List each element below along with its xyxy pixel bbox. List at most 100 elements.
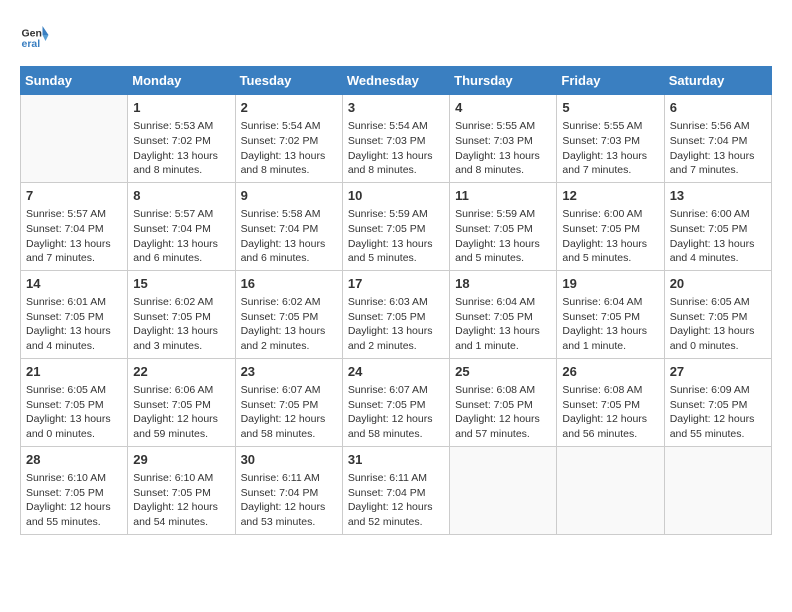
day-number: 20 <box>670 275 766 293</box>
calendar-cell: 8 Sunrise: 5:57 AM Sunset: 7:04 PM Daylig… <box>128 182 235 270</box>
calendar-cell: 26 Sunrise: 6:08 AM Sunset: 7:05 PM Dayli… <box>557 358 664 446</box>
day-number: 27 <box>670 363 766 381</box>
calendar-cell: 19 Sunrise: 6:04 AM Sunset: 7:05 PM Dayli… <box>557 270 664 358</box>
day-number: 21 <box>26 363 122 381</box>
day-number: 23 <box>241 363 337 381</box>
day-number: 6 <box>670 99 766 117</box>
calendar-cell: 25 Sunrise: 6:08 AM Sunset: 7:05 PM Dayli… <box>450 358 557 446</box>
calendar-cell: 30Sunrise: 6:11 AM Sunset: 7:04 PM Dayli… <box>235 446 342 534</box>
calendar-week-4: 21 Sunrise: 6:05 AM Sunset: 7:05 PM Dayli… <box>21 358 772 446</box>
calendar-cell: 24 Sunrise: 6:07 AM Sunset: 7:05 PM Dayli… <box>342 358 449 446</box>
calendar-cell <box>664 446 771 534</box>
day-number: 9 <box>241 187 337 205</box>
calendar-cell: 2Sunrise: 5:54 AM Sunset: 7:02 PM Daylig… <box>235 95 342 183</box>
calendar-header-friday: Friday <box>557 67 664 95</box>
day-info: Sunrise: 6:02 AM Sunset: 7:05 PM Dayligh… <box>241 295 337 354</box>
day-info: Sunrise: 6:08 AM Sunset: 7:05 PM Dayligh… <box>455 383 551 442</box>
day-info: Sunrise: 5:57 AM Sunset: 7:04 PM Dayligh… <box>133 207 229 266</box>
day-info: Sunrise: 5:55 AM Sunset: 7:03 PM Dayligh… <box>455 119 551 178</box>
logo: Gen eral <box>20 20 54 50</box>
day-number: 19 <box>562 275 658 293</box>
day-info: Sunrise: 6:06 AM Sunset: 7:05 PM Dayligh… <box>133 383 229 442</box>
day-info: Sunrise: 6:07 AM Sunset: 7:05 PM Dayligh… <box>348 383 444 442</box>
day-number: 7 <box>26 187 122 205</box>
day-info: Sunrise: 6:01 AM Sunset: 7:05 PM Dayligh… <box>26 295 122 354</box>
calendar-cell: 10 Sunrise: 5:59 AM Sunset: 7:05 PM Dayli… <box>342 182 449 270</box>
calendar-week-5: 28 Sunrise: 6:10 AM Sunset: 7:05 PM Dayli… <box>21 446 772 534</box>
calendar-week-2: 7 Sunrise: 5:57 AM Sunset: 7:04 PM Daylig… <box>21 182 772 270</box>
day-info: Sunrise: 6:11 AM Sunset: 7:04 PM Dayligh… <box>348 471 444 530</box>
day-info: Sunrise: 6:11 AM Sunset: 7:04 PM Dayligh… <box>241 471 337 530</box>
day-number: 10 <box>348 187 444 205</box>
calendar-cell: 23 Sunrise: 6:07 AM Sunset: 7:05 PM Dayli… <box>235 358 342 446</box>
calendar-cell: 31 Sunrise: 6:11 AM Sunset: 7:04 PM Dayli… <box>342 446 449 534</box>
day-number: 13 <box>670 187 766 205</box>
day-info: Sunrise: 5:56 AM Sunset: 7:04 PM Dayligh… <box>670 119 766 178</box>
day-info: Sunrise: 6:00 AM Sunset: 7:05 PM Dayligh… <box>562 207 658 266</box>
day-info: Sunrise: 6:05 AM Sunset: 7:05 PM Dayligh… <box>670 295 766 354</box>
calendar-week-3: 14 Sunrise: 6:01 AM Sunset: 7:05 PM Dayli… <box>21 270 772 358</box>
calendar-cell <box>557 446 664 534</box>
day-number: 8 <box>133 187 229 205</box>
day-number: 31 <box>348 451 444 469</box>
calendar-header-sunday: Sunday <box>21 67 128 95</box>
day-info: Sunrise: 6:09 AM Sunset: 7:05 PM Dayligh… <box>670 383 766 442</box>
day-number: 14 <box>26 275 122 293</box>
day-number: 25 <box>455 363 551 381</box>
calendar-cell: 21 Sunrise: 6:05 AM Sunset: 7:05 PM Dayli… <box>21 358 128 446</box>
day-info: Sunrise: 5:58 AM Sunset: 7:04 PM Dayligh… <box>241 207 337 266</box>
day-info: Sunrise: 6:05 AM Sunset: 7:05 PM Dayligh… <box>26 383 122 442</box>
day-number: 26 <box>562 363 658 381</box>
day-info: Sunrise: 5:57 AM Sunset: 7:04 PM Dayligh… <box>26 207 122 266</box>
calendar-cell: 18Sunrise: 6:04 AM Sunset: 7:05 PM Dayli… <box>450 270 557 358</box>
day-info: Sunrise: 6:08 AM Sunset: 7:05 PM Dayligh… <box>562 383 658 442</box>
calendar: SundayMondayTuesdayWednesdayThursdayFrid… <box>20 66 772 535</box>
calendar-cell: 6 Sunrise: 5:56 AM Sunset: 7:04 PM Daylig… <box>664 95 771 183</box>
calendar-header-thursday: Thursday <box>450 67 557 95</box>
calendar-cell: 13Sunrise: 6:00 AM Sunset: 7:05 PM Dayli… <box>664 182 771 270</box>
day-info: Sunrise: 6:04 AM Sunset: 7:05 PM Dayligh… <box>562 295 658 354</box>
calendar-header-saturday: Saturday <box>664 67 771 95</box>
calendar-cell: 22 Sunrise: 6:06 AM Sunset: 7:05 PM Dayli… <box>128 358 235 446</box>
calendar-cell: 29 Sunrise: 6:10 AM Sunset: 7:05 PM Dayli… <box>128 446 235 534</box>
calendar-cell: 7 Sunrise: 5:57 AM Sunset: 7:04 PM Daylig… <box>21 182 128 270</box>
day-number: 5 <box>562 99 658 117</box>
day-number: 11 <box>455 187 551 205</box>
day-info: Sunrise: 6:02 AM Sunset: 7:05 PM Dayligh… <box>133 295 229 354</box>
day-number: 16 <box>241 275 337 293</box>
calendar-header-row: SundayMondayTuesdayWednesdayThursdayFrid… <box>21 67 772 95</box>
calendar-cell <box>21 95 128 183</box>
calendar-header-wednesday: Wednesday <box>342 67 449 95</box>
calendar-week-1: 1Sunrise: 5:53 AM Sunset: 7:02 PM Daylig… <box>21 95 772 183</box>
day-number: 4 <box>455 99 551 117</box>
day-info: Sunrise: 5:59 AM Sunset: 7:05 PM Dayligh… <box>455 207 551 266</box>
header: Gen eral <box>20 20 772 50</box>
svg-text:eral: eral <box>22 38 41 50</box>
day-number: 29 <box>133 451 229 469</box>
day-info: Sunrise: 5:53 AM Sunset: 7:02 PM Dayligh… <box>133 119 229 178</box>
calendar-cell: 9 Sunrise: 5:58 AM Sunset: 7:04 PM Daylig… <box>235 182 342 270</box>
day-info: Sunrise: 5:54 AM Sunset: 7:03 PM Dayligh… <box>348 119 444 178</box>
day-number: 17 <box>348 275 444 293</box>
calendar-cell <box>450 446 557 534</box>
calendar-header-tuesday: Tuesday <box>235 67 342 95</box>
day-info: Sunrise: 5:54 AM Sunset: 7:02 PM Dayligh… <box>241 119 337 178</box>
calendar-cell: 14 Sunrise: 6:01 AM Sunset: 7:05 PM Dayli… <box>21 270 128 358</box>
calendar-header-monday: Monday <box>128 67 235 95</box>
calendar-cell: 1Sunrise: 5:53 AM Sunset: 7:02 PM Daylig… <box>128 95 235 183</box>
day-info: Sunrise: 5:55 AM Sunset: 7:03 PM Dayligh… <box>562 119 658 178</box>
calendar-cell: 17Sunrise: 6:03 AM Sunset: 7:05 PM Dayli… <box>342 270 449 358</box>
calendar-cell: 16 Sunrise: 6:02 AM Sunset: 7:05 PM Dayli… <box>235 270 342 358</box>
day-info: Sunrise: 5:59 AM Sunset: 7:05 PM Dayligh… <box>348 207 444 266</box>
day-info: Sunrise: 6:07 AM Sunset: 7:05 PM Dayligh… <box>241 383 337 442</box>
calendar-cell: 12Sunrise: 6:00 AM Sunset: 7:05 PM Dayli… <box>557 182 664 270</box>
day-info: Sunrise: 6:10 AM Sunset: 7:05 PM Dayligh… <box>26 471 122 530</box>
day-number: 28 <box>26 451 122 469</box>
day-info: Sunrise: 6:04 AM Sunset: 7:05 PM Dayligh… <box>455 295 551 354</box>
day-number: 22 <box>133 363 229 381</box>
calendar-cell: 3 Sunrise: 5:54 AM Sunset: 7:03 PM Daylig… <box>342 95 449 183</box>
day-info: Sunrise: 6:10 AM Sunset: 7:05 PM Dayligh… <box>133 471 229 530</box>
day-number: 3 <box>348 99 444 117</box>
calendar-cell: 27 Sunrise: 6:09 AM Sunset: 7:05 PM Dayli… <box>664 358 771 446</box>
day-number: 24 <box>348 363 444 381</box>
